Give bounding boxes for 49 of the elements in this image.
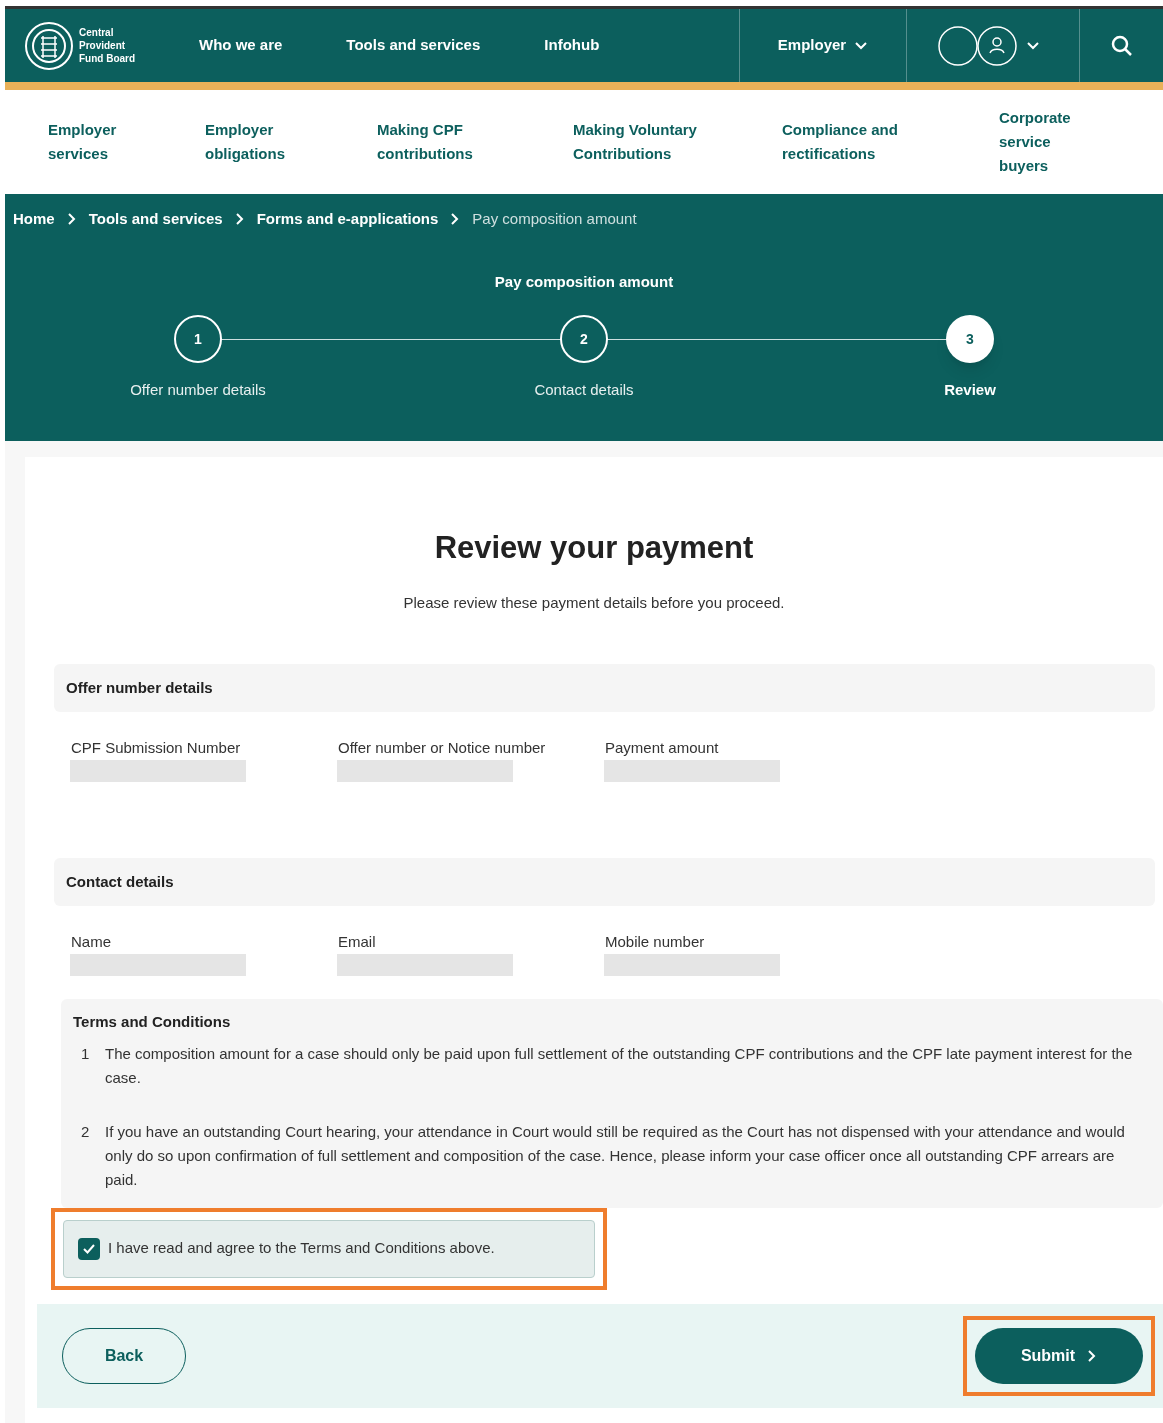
section-header: Contact details (54, 858, 1155, 906)
field-label: Name (71, 932, 112, 952)
field-label: Email (338, 932, 377, 952)
breadcrumb-separator-icon (234, 212, 245, 227)
chevron-down-icon (854, 40, 869, 51)
logo-text: Provident (79, 39, 127, 52)
list-number: 1 (81, 1043, 89, 1064)
terms-item-text: If you have an outstanding Court hearing, your attendance in Court would still be required as the Court has not dispensed with your attendance and would only do so upon confirmation of full settlement and composition of the case. Hence, please inform your case officer once all outstanding CPF arrears are paid. (105, 1121, 1126, 1190)
checkbox[interactable] (78, 1237, 100, 1260)
nav-link[interactable]: Tools and services (346, 34, 481, 57)
nav-link[interactable]: Who we are (199, 34, 283, 57)
step-number: 3 (946, 315, 994, 363)
logo-text: Central (79, 26, 115, 39)
terms-item-text: The composition amount for a case should only be paid upon full settlement of the outstanding CPF contributions and the CPF late payment interest for the case. (105, 1043, 1134, 1088)
step-label: Offer number details (130, 380, 266, 400)
chevron-right-icon (1087, 1348, 1098, 1363)
intro-text: Please review these payment details before you proceed. (402, 592, 786, 613)
step-label: Contact details (534, 380, 634, 400)
subnav-link[interactable]: Making CPF contributions (377, 118, 497, 166)
field-label: Mobile number (605, 932, 706, 952)
subnav-link[interactable]: Employer services (48, 118, 138, 166)
nav-link[interactable]: Infohub (544, 34, 600, 57)
subnav-link[interactable]: Corporate service buyers (999, 106, 1089, 178)
list-number: 2 (81, 1121, 89, 1142)
form-title: Pay composition amount (493, 271, 675, 292)
breadcrumb-link[interactable]: Forms and e-applications (256, 208, 439, 231)
step-number: 1 (174, 315, 222, 363)
section-header: Offer number details (54, 664, 1155, 712)
page-heading: Review your payment (433, 529, 755, 567)
field-label: CPF Submission Number (71, 738, 242, 758)
step-label: Review (944, 380, 996, 400)
breadcrumb-link[interactable]: Tools and services (88, 208, 223, 231)
breadcrumb-link[interactable]: Pay composition amount (472, 208, 637, 231)
subnav-link[interactable]: Compliance and rectifications (782, 118, 932, 166)
breadcrumb-separator-icon (66, 212, 77, 227)
submit-button[interactable]: Submit (975, 1327, 1143, 1384)
checkmark-icon (82, 1242, 96, 1255)
subnav-link[interactable]: Making Voluntary Contributions (573, 118, 733, 166)
field-label: Offer number or Notice number (338, 738, 547, 758)
field-label: Payment amount (605, 738, 720, 758)
subnav-link[interactable]: Employer obligations (205, 118, 305, 166)
logo-text: Fund Board (79, 52, 136, 65)
terms-title: Terms and Conditions (73, 1012, 232, 1032)
agree-checkbox[interactable]: I have read and agree to the Terms and Conditions above. (63, 1219, 595, 1278)
crest-logo-icon[interactable] (23, 19, 75, 72)
breadcrumb-separator-icon (450, 212, 461, 227)
step-number: 2 (560, 315, 608, 363)
search-icon (1110, 34, 1133, 57)
breadcrumb-link[interactable]: Home (13, 208, 55, 231)
